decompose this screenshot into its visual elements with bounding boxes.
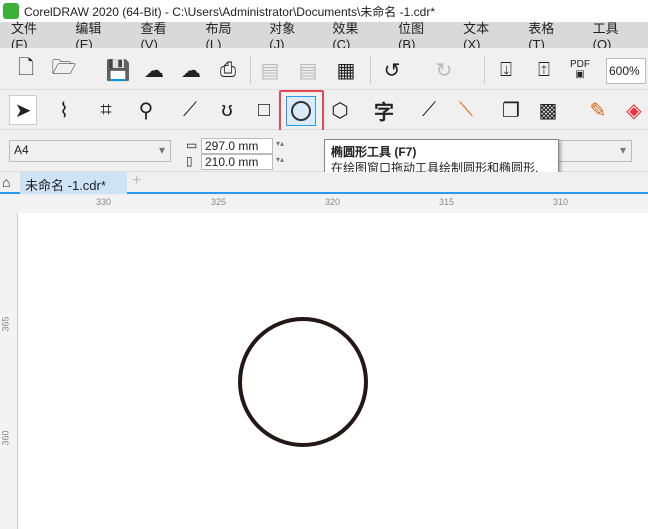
- rectangle-tool-icon[interactable]: □: [250, 96, 278, 124]
- toolbox: ➤ ⌇ ⌗ ⚲ ⟋ ʊ □ ⬡ 字 ⟋ ⟍ ❐ ▩ ✎ ◈: [0, 90, 648, 132]
- ruler-label: 325: [211, 197, 227, 207]
- ellipse-tool-icon[interactable]: [286, 96, 316, 126]
- cloud-download-icon[interactable]: ☁: [140, 56, 168, 84]
- fill-tool-icon[interactable]: ◈: [620, 96, 648, 124]
- freehand-tool-icon[interactable]: ⟋: [176, 96, 204, 124]
- menu-view[interactable]: 查看(V): [140, 18, 180, 52]
- menu-file[interactable]: 文件(F): [11, 18, 50, 52]
- add-tab-button[interactable]: +: [132, 172, 141, 190]
- vertical-ruler[interactable]: 365 360: [0, 213, 18, 529]
- window-title: CorelDRAW 2020 (64-Bit) - C:\Users\Admin…: [24, 4, 435, 19]
- redo-icon[interactable]: ↻: [430, 56, 458, 84]
- cut-icon[interactable]: ▤: [256, 56, 284, 84]
- tooltip-title: 椭圆形工具 (F7): [331, 145, 417, 159]
- pdf-label: PDF: [570, 59, 590, 70]
- save-icon[interactable]: 💾: [104, 56, 132, 84]
- ruler-label: 310: [553, 197, 569, 207]
- crop-tool-icon[interactable]: ⌗: [92, 96, 120, 124]
- pick-tool-icon[interactable]: ➤: [9, 95, 37, 125]
- transparency-icon[interactable]: ▩: [534, 96, 562, 124]
- tab-document[interactable]: 未命名 -1.cdr*: [20, 172, 127, 194]
- open-icon[interactable]: 🗁: [50, 56, 78, 84]
- ruler-label: 315: [439, 197, 455, 207]
- menu-bar: 文件(F) 编辑(E) 查看(V) 布局(L) 对象(J) 效果(C) 位图(B…: [0, 21, 648, 52]
- paste-icon[interactable]: ▦: [332, 56, 360, 84]
- undo-icon[interactable]: ↺: [378, 56, 406, 84]
- dimension-tool-icon[interactable]: ⟋: [415, 96, 443, 124]
- polygon-tool-icon[interactable]: ⬡: [326, 96, 354, 124]
- text-tool-icon[interactable]: 字: [370, 96, 398, 124]
- ruler-label: 365: [0, 316, 11, 332]
- export-icon[interactable]: ⍐: [530, 56, 558, 84]
- ruler-label: 320: [325, 197, 341, 207]
- ruler-label: 330: [96, 197, 112, 207]
- ellipse-shape: [238, 317, 368, 447]
- eyedropper-icon[interactable]: ✎: [584, 96, 612, 124]
- import-icon[interactable]: ⍗: [492, 56, 520, 84]
- page-size-select[interactable]: A4 ▾: [9, 140, 171, 162]
- height-icon: ▯: [186, 154, 193, 168]
- connector-tool-icon[interactable]: ⟍: [452, 96, 480, 124]
- width-icon: ▭: [186, 138, 198, 152]
- menu-effects[interactable]: 效果(C): [332, 18, 373, 52]
- horizontal-ruler[interactable]: 330 325 320 315 310: [0, 196, 648, 213]
- home-icon[interactable]: ⌂: [2, 174, 10, 190]
- zoom-tool-icon[interactable]: ⚲: [132, 96, 160, 124]
- drawing-canvas[interactable]: [18, 213, 648, 529]
- print-icon[interactable]: ⎙: [214, 56, 242, 84]
- height-spinner[interactable]: ▾▴: [276, 155, 284, 164]
- menu-bitmaps[interactable]: 位图(B): [398, 18, 438, 52]
- page-height-input[interactable]: 210.0 mm: [201, 154, 273, 170]
- page-width-input[interactable]: 297.0 mm: [201, 138, 273, 154]
- coreldraw-logo-icon: [3, 3, 19, 19]
- document-tabs: ⌂ 未命名 -1.cdr* +: [0, 172, 648, 194]
- copy-icon[interactable]: ▤: [294, 56, 322, 84]
- menu-text[interactable]: 文本(X): [463, 18, 503, 52]
- menu-table[interactable]: 表格(T): [528, 18, 567, 52]
- ruler-label: 360: [0, 430, 11, 446]
- drop-shadow-icon[interactable]: ❐: [497, 96, 525, 124]
- export-pdf-icon[interactable]: PDF ▣: [566, 56, 594, 84]
- shape-tool-icon[interactable]: ⌇: [50, 96, 78, 124]
- standard-toolbar: 🗋 🗁 💾 ☁ ☁ ⎙ ▤ ▤ ▦ ↺ ↻ ⍗ ⍐ PDF ▣ 600%: [0, 48, 648, 90]
- zoom-level-input[interactable]: 600%: [606, 58, 646, 84]
- width-spinner[interactable]: ▾▴: [276, 139, 284, 148]
- menu-layout[interactable]: 布局(L): [206, 18, 245, 52]
- artistic-media-icon[interactable]: ʊ: [213, 96, 241, 124]
- new-document-icon[interactable]: 🗋: [12, 56, 40, 84]
- cloud-upload-icon[interactable]: ☁: [177, 56, 205, 84]
- page-size-value: A4: [14, 143, 29, 157]
- menu-object[interactable]: 对象(J): [269, 18, 307, 52]
- menu-tools[interactable]: 工具(O): [593, 18, 634, 52]
- menu-edit[interactable]: 编辑(E): [75, 18, 115, 52]
